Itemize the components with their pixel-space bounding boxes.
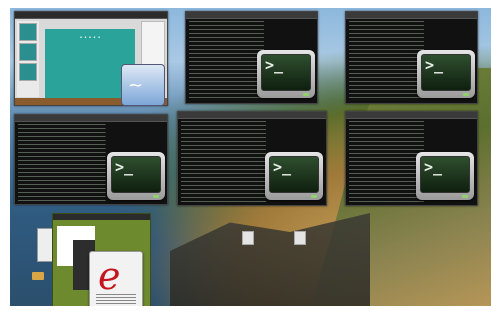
window-terminal-1[interactable]: >_ bbox=[185, 11, 318, 104]
editor-glyph: e bbox=[98, 254, 121, 298]
window-titlebar bbox=[15, 12, 167, 19]
terminal-icon: >_ bbox=[417, 50, 475, 98]
terminal-icon: >_ bbox=[107, 152, 165, 200]
terminal-prompt: >_ bbox=[265, 56, 284, 74]
window-terminal-5[interactable]: >_ bbox=[345, 111, 478, 206]
terminal-prompt: >_ bbox=[273, 158, 292, 176]
window-titlebar bbox=[15, 115, 167, 122]
window-titlebar bbox=[53, 214, 150, 220]
slide-thumbnails bbox=[17, 21, 39, 97]
terminal-prompt: >_ bbox=[424, 158, 443, 176]
window-titlebar bbox=[346, 112, 477, 119]
wallpaper-rocks bbox=[170, 213, 370, 306]
text-editor-icon: e bbox=[89, 251, 143, 306]
window-titlebar bbox=[346, 12, 477, 19]
window-titlebar bbox=[178, 112, 326, 119]
terminal-prompt: >_ bbox=[425, 56, 444, 74]
terminal-icon: >_ bbox=[265, 152, 323, 200]
terminal-icon: >_ bbox=[257, 50, 315, 98]
impress-icon: ~ bbox=[121, 64, 165, 106]
file-icon[interactable] bbox=[242, 231, 254, 245]
terminal-icon: >_ bbox=[416, 152, 474, 200]
window-terminal-2[interactable]: >_ bbox=[345, 11, 478, 104]
window-terminal-4[interactable]: >_ bbox=[177, 111, 327, 206]
folder-icon[interactable] bbox=[32, 272, 44, 280]
file-icon[interactable] bbox=[294, 231, 306, 245]
window-titlebar bbox=[186, 12, 317, 19]
terminal-prompt: >_ bbox=[115, 158, 134, 176]
desktop-wallpaper: • • • • • ~ >_ >_ >_ >_ >_ e bbox=[10, 8, 491, 306]
window-terminal-3[interactable]: >_ bbox=[14, 114, 168, 205]
screen: • • • • • ~ >_ >_ >_ >_ >_ e bbox=[0, 0, 492, 311]
